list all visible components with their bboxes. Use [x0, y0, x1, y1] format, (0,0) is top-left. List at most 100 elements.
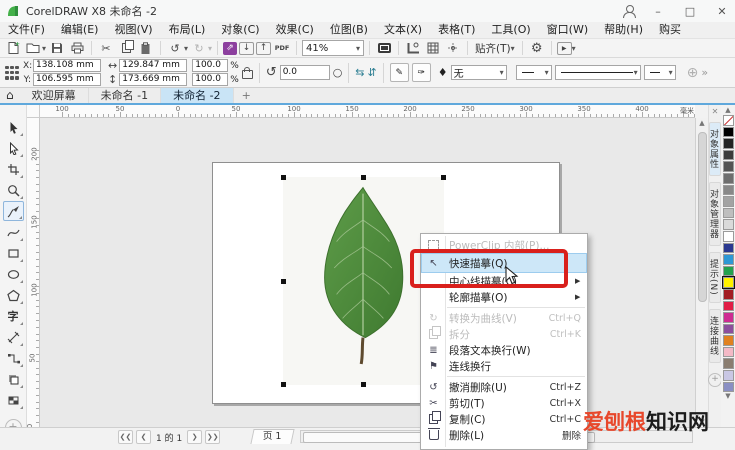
text-tool[interactable]: 字 — [3, 306, 24, 326]
docker-tab-object-properties[interactable]: 对象属性 — [708, 122, 721, 176]
object-width-field[interactable]: 129.847 mm — [119, 59, 188, 72]
context-menu-item-break-apart[interactable]: 拆分 Ctrl+K — [421, 326, 587, 342]
palette-no-fill-swatch[interactable] — [722, 115, 734, 126]
dimension-tool[interactable] — [3, 327, 24, 347]
context-menu-item-copy[interactable]: 复制(C) Ctrl+C — [421, 411, 587, 427]
first-page-button[interactable]: ❮❮ — [118, 430, 133, 444]
menu-item-1[interactable]: 编辑(E) — [53, 22, 107, 38]
menu-item-12[interactable]: 购买 — [651, 22, 689, 38]
docker-tab-join-curves[interactable]: 连接曲线 — [708, 308, 721, 363]
vertical-scroll-thumb[interactable] — [698, 132, 707, 302]
open-button[interactable] — [24, 40, 42, 56]
export-button[interactable]: ↑ — [256, 41, 272, 55]
edit-bitmap-button[interactable]: ✑ — [411, 63, 431, 82]
object-height-field[interactable]: 173.669 mm — [119, 73, 188, 86]
context-menu-item-cut[interactable]: ✂ 剪切(T) Ctrl+X — [421, 395, 587, 411]
launch-button[interactable]: ▶ — [556, 41, 572, 55]
docker-tab-hints[interactable]: 提示(N) — [708, 252, 721, 303]
account-icon[interactable] — [622, 4, 636, 18]
previous-page-button[interactable]: ❮ — [136, 430, 151, 444]
vertical-ruler[interactable]: 200 150 100 50 0 — [27, 118, 40, 427]
palette-swatch-10[interactable] — [722, 230, 734, 242]
show-guidelines-button[interactable] — [444, 40, 462, 56]
cut-button[interactable]: ✂ — [97, 40, 115, 56]
options-gear-icon[interactable]: ⚙ — [528, 40, 546, 56]
context-menu-item-convert-to-curves[interactable]: ↻ 转换为曲线(V) Ctrl+Q — [421, 310, 587, 326]
palette-scroll-up-icon[interactable]: ▲ — [725, 106, 730, 114]
rotation-angle-field[interactable]: 0.0 — [279, 65, 330, 80]
selection-handle[interactable] — [281, 382, 286, 387]
palette-scroll-down-icon[interactable]: ▼ — [725, 392, 730, 400]
palette-swatch-9[interactable] — [722, 219, 734, 230]
line-start-select[interactable]: ▾ — [515, 65, 552, 80]
scale-y-field[interactable]: 100.0 — [192, 73, 229, 86]
zoom-level-select[interactable]: 41% ▾ — [302, 40, 365, 56]
menu-item-2[interactable]: 视图(V) — [106, 22, 160, 38]
palette-swatch-5[interactable] — [722, 172, 734, 184]
undo-caret-icon[interactable]: ▾ — [184, 44, 188, 53]
palette-swatch-19[interactable] — [722, 335, 734, 346]
open-caret-icon[interactable]: ▾ — [42, 44, 46, 53]
import-button[interactable]: ↓ — [239, 41, 255, 55]
palette-swatch-6[interactable] — [722, 184, 734, 196]
last-page-button[interactable]: ❯❯ — [205, 430, 221, 444]
maximize-button[interactable]: □ — [681, 5, 699, 18]
new-tab-button[interactable]: + — [234, 88, 259, 103]
pick-tool[interactable] — [3, 117, 24, 137]
drawing-canvas[interactable] — [40, 118, 695, 427]
selection-handle[interactable] — [361, 382, 366, 387]
shape-tool[interactable] — [3, 138, 24, 158]
redo-button[interactable]: ↻ — [190, 40, 208, 56]
palette-swatch-8[interactable] — [722, 207, 734, 219]
outline-width-select[interactable]: 无 ▾ — [450, 65, 507, 80]
connector-tool[interactable] — [3, 348, 24, 368]
publish-pdf-button[interactable]: PDF — [273, 40, 291, 56]
line-end-select[interactable]: ▾ — [643, 65, 676, 80]
palette-swatch-17[interactable] — [722, 312, 734, 323]
palette-swatch-14[interactable] — [721, 276, 735, 289]
palette-swatch-23[interactable] — [722, 381, 734, 393]
add-preset-button[interactable]: ⊕ — [687, 65, 699, 81]
next-page-button[interactable]: ❯ — [187, 430, 203, 444]
menu-item-5[interactable]: 效果(C) — [268, 22, 322, 38]
new-document-button[interactable]: + — [4, 40, 22, 56]
show-grid-button[interactable] — [424, 40, 442, 56]
search-content-icon[interactable]: ⇗ — [223, 41, 238, 55]
zoom-tool[interactable] — [3, 180, 24, 200]
palette-swatch-11[interactable] — [722, 242, 734, 254]
ellipse-tool[interactable] — [3, 264, 24, 284]
scroll-up-icon[interactable]: ▲ — [696, 119, 708, 127]
page-tab[interactable]: 页 1 — [250, 429, 295, 444]
selection-handle[interactable] — [441, 175, 446, 180]
crop-tool[interactable] — [3, 159, 24, 179]
print-button[interactable] — [68, 40, 86, 56]
palette-swatch-21[interactable] — [722, 358, 734, 370]
pattern-fill-tool[interactable] — [3, 390, 24, 410]
context-menu-item-paragraph-text-wrap[interactable]: ≣ 段落文本换行(W) — [421, 342, 587, 358]
palette-swatch-2[interactable] — [722, 138, 734, 149]
undo-button[interactable]: ↺ — [166, 40, 184, 56]
lock-ratio-icon[interactable] — [241, 67, 253, 79]
docker-add-button[interactable]: + — [708, 372, 722, 387]
menu-item-10[interactable]: 窗口(W) — [539, 22, 596, 38]
close-button[interactable]: ✕ — [713, 5, 731, 18]
redo-caret-icon[interactable]: ▾ — [208, 44, 212, 53]
save-button[interactable] — [48, 40, 66, 56]
context-menu-item-delete[interactable]: 删除(L) 删除 — [421, 427, 587, 443]
drop-shadow-tool[interactable] — [3, 369, 24, 389]
menu-item-9[interactable]: 工具(O) — [483, 22, 538, 38]
palette-swatch-12[interactable] — [722, 254, 734, 265]
selection-handle[interactable] — [281, 279, 286, 284]
menu-item-8[interactable]: 表格(T) — [430, 22, 483, 38]
paste-button[interactable] — [137, 40, 155, 56]
context-menu-item-connector-wrap[interactable]: ⚑ 连线换行 — [421, 358, 587, 374]
scale-x-field[interactable]: 100.0 — [192, 59, 229, 72]
docker-close-icon[interactable]: ✕ — [712, 107, 719, 116]
palette-swatch-22[interactable] — [722, 370, 734, 381]
trace-bitmap-button[interactable]: ✎ — [389, 63, 409, 82]
fullscreen-preview-button[interactable] — [375, 40, 393, 56]
rectangle-tool[interactable] — [3, 243, 24, 263]
show-rulers-button[interactable] — [404, 40, 422, 56]
bspline-tool[interactable] — [3, 222, 24, 242]
doc-tab-untitled-2[interactable]: 未命名 -2 — [161, 88, 234, 103]
